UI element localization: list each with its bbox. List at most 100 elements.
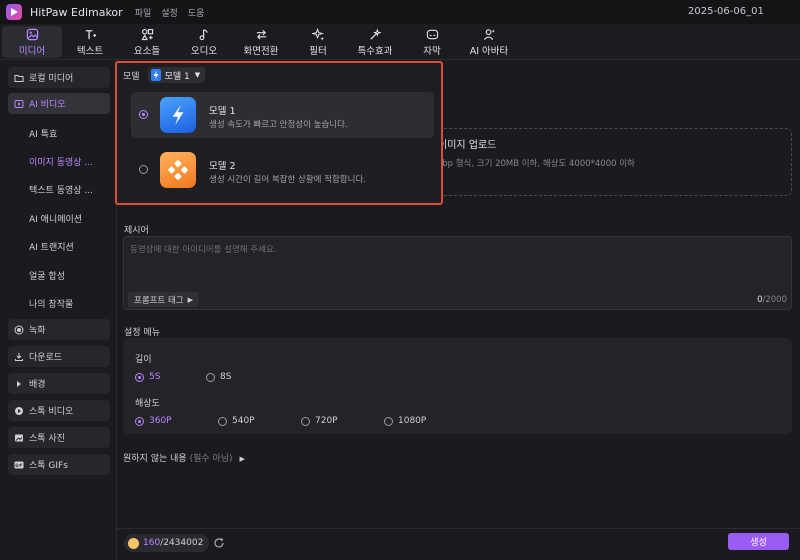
resolution-option-1080p[interactable]: 1080P	[384, 416, 426, 426]
radio-icon	[206, 372, 215, 382]
tab-transition[interactable]: 화면전환	[231, 26, 291, 58]
negative-prompt-toggle[interactable]: 원하지 않는 내용 (필수 아님) ▶	[123, 451, 245, 464]
tab-text[interactable]: 텍스트	[60, 26, 120, 58]
length-option-label: 8S	[220, 372, 232, 382]
model-description: 생성 속도가 빠르고 안정성이 높습니다.	[209, 120, 348, 130]
sidebar-item-stock-video[interactable]: 스톡 비디오	[8, 400, 110, 421]
sidebar-sub-my-creations[interactable]: 나의 창작물	[29, 297, 109, 310]
caret-right-icon	[17, 380, 21, 387]
sidebar-item-background[interactable]: 배경	[8, 373, 110, 394]
upload-title: 이미지 업로드	[438, 140, 497, 151]
radio-selected-icon	[139, 110, 148, 119]
tab-transition-label: 화면전환	[243, 45, 279, 57]
sidebar-sub-image-to-video[interactable]: 이미지 동영상 ...	[29, 155, 109, 168]
sidebar: 로컬 미디어 AI 비디오 AI 특효 이미지 동영상 ... 텍스트 동영상 …	[0, 60, 117, 560]
lightning-icon	[160, 97, 196, 133]
ai-avatar-icon	[483, 28, 495, 40]
negative-optional: (필수 아님)	[189, 454, 233, 464]
radio-icon	[139, 165, 148, 174]
resolution-option-label: 720P	[315, 416, 338, 426]
sidebar-item-label: 배경	[29, 380, 46, 390]
resolution-label: 해상도	[135, 399, 160, 409]
prompt-label: 제시어	[124, 226, 149, 236]
photo-icon	[15, 434, 23, 441]
model-name: 모델 2	[209, 161, 236, 172]
sidebar-item-label: 다운로드	[29, 353, 63, 363]
subtitle-icon	[426, 29, 438, 39]
refresh-icon[interactable]	[213, 537, 225, 549]
resolution-option-360p[interactable]: 360P	[135, 416, 172, 426]
sidebar-item-label: 스톡 GIFs	[29, 461, 68, 471]
sidebar-sub-ai-animation[interactable]: AI 애니메이션	[29, 212, 109, 225]
sidebar-item-ai-video[interactable]: AI 비디오	[8, 93, 110, 114]
app-logo-icon	[6, 4, 22, 20]
app-title: HitPaw Edimakor	[30, 5, 123, 19]
model-option-1[interactable]: 모델 1 생성 속도가 빠르고 안정성이 높습니다.	[131, 92, 434, 138]
title-bar: HitPaw Edimakor 파일 설정 도움 2025-06-06_01	[0, 0, 800, 24]
tab-text-label: 텍스트	[76, 45, 104, 57]
tab-elements-label: 요소들	[133, 45, 161, 57]
tab-subtitle-label: 자막	[423, 45, 441, 57]
play-circle-icon	[15, 406, 23, 415]
credits-total: /2434002	[160, 538, 204, 548]
audio-icon	[199, 28, 208, 40]
resolution-option-720p[interactable]: 720P	[301, 416, 338, 426]
chevron-down-icon: ▼	[194, 71, 201, 79]
download-icon	[15, 352, 23, 361]
length-option-8s[interactable]: 8S	[206, 372, 231, 382]
sidebar-sub-face-swap[interactable]: 얼굴 합성	[29, 269, 109, 282]
text-icon	[85, 29, 96, 39]
length-option-label: 5S	[149, 372, 161, 382]
filter-icon	[311, 27, 324, 41]
lightning-icon	[150, 69, 161, 81]
tab-ai-avatar-label: AI 아바타	[469, 45, 509, 57]
credits-current: 160	[143, 538, 161, 548]
tab-effects[interactable]: 특수효과	[345, 26, 405, 58]
sidebar-item-local-media[interactable]: 로컬 미디어	[8, 67, 110, 88]
tab-elements[interactable]: 요소들	[117, 26, 177, 58]
coin-icon	[128, 537, 139, 549]
radio-icon	[301, 416, 310, 426]
effects-icon	[369, 27, 382, 40]
sidebar-item-record[interactable]: 녹화	[8, 319, 110, 340]
tab-filter-label: 필터	[309, 45, 327, 57]
prompt-input[interactable]: 동영상에 대한 아이디어를 설명해 주세요. 프롬프트 태그 ▶ 0/2000	[123, 236, 792, 310]
sidebar-sub-ai-transition[interactable]: AI 트랜지션	[29, 240, 109, 253]
prompt-placeholder: 동영상에 대한 아이디어를 설명해 주세요.	[130, 245, 277, 255]
sidebar-item-label: 로컬 미디어	[29, 74, 74, 84]
prompt-tag-label: 프롬프트 태그	[134, 295, 184, 306]
sidebar-item-stock-photo[interactable]: 스톡 사진	[8, 427, 110, 448]
sidebar-item-label: AI 비디오	[29, 100, 66, 110]
tab-ai-avatar[interactable]: AI 아바타	[459, 26, 519, 58]
sidebar-item-label: 스톡 사진	[29, 434, 65, 444]
model-dropdown[interactable]: 모델 1 ▼	[147, 67, 206, 83]
model-dropdown-value: 모델 1	[164, 71, 190, 82]
sidebar-item-label: 녹화	[29, 326, 46, 336]
tab-filter[interactable]: 필터	[288, 26, 348, 58]
menu-help[interactable]: 도움	[188, 6, 205, 19]
upload-description: ebp 형식, 크기 20MB 이하, 해상도 4000*4000 이하	[437, 159, 635, 169]
generate-button[interactable]: 생성	[728, 533, 789, 550]
negative-label: 원하지 않는 내용	[123, 454, 187, 464]
media-icon	[26, 28, 38, 40]
menu-file[interactable]: 파일	[135, 6, 152, 19]
tab-media[interactable]: 미디어	[2, 26, 62, 58]
transition-icon	[256, 29, 266, 40]
counter-max: /2000	[762, 295, 788, 305]
tab-subtitle[interactable]: 자막	[402, 26, 462, 58]
gif-icon	[14, 461, 24, 468]
sidebar-sub-text-to-video[interactable]: 텍스트 동영상 ...	[29, 183, 109, 196]
prompt-tag-button[interactable]: 프롬프트 태그 ▶	[128, 292, 200, 307]
resolution-option-540p[interactable]: 540P	[218, 416, 255, 426]
sidebar-sub-ai-effects[interactable]: AI 특효	[29, 127, 109, 140]
record-icon	[14, 325, 24, 334]
model-option-2[interactable]: 모델 2 생성 시간이 길어 복잡한 상황에 적합합니다.	[131, 147, 434, 193]
radio-selected-icon	[135, 372, 144, 382]
sidebar-item-stock-gifs[interactable]: 스톡 GIFs	[8, 454, 110, 475]
main-toolbar: 미디어 텍스트 요소들 오디오 화면전환 필터 특수효과 자막 AI 아바타	[0, 24, 800, 60]
length-option-5s[interactable]: 5S	[135, 372, 160, 382]
tab-audio[interactable]: 오디오	[174, 26, 234, 58]
sidebar-item-download[interactable]: 다운로드	[8, 346, 110, 367]
menu-settings[interactable]: 설정	[161, 6, 178, 19]
radio-selected-icon	[135, 416, 144, 426]
